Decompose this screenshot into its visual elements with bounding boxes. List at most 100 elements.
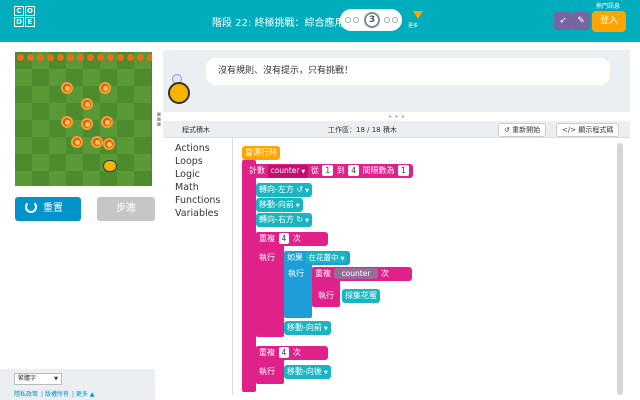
logo-letter-e: E [25, 17, 35, 27]
current-level-bubble[interactable]: 3 [364, 12, 380, 28]
bee-avatar-icon [168, 82, 190, 104]
when-run-block[interactable]: 當運行時 [242, 146, 280, 160]
do-label: 執行 [259, 253, 275, 262]
chevron-down-icon: ▼ [323, 326, 328, 332]
language-select[interactable]: 繁體字 ▼ [14, 373, 62, 385]
show-code-button[interactable]: </> 顯示程式碼 [556, 123, 620, 137]
category-variables[interactable]: Variables [175, 208, 218, 219]
grass-tile [117, 120, 134, 137]
by-value[interactable]: 1 [398, 165, 409, 176]
do-label: 執行 [259, 367, 275, 376]
workspace-scrollbar[interactable] [617, 143, 623, 395]
grass-tile [117, 137, 134, 154]
move-forward-block[interactable]: 移動-向前 ▼ [256, 198, 303, 212]
privacy-link[interactable]: 隱私政策 [14, 391, 38, 398]
level-dot[interactable] [353, 17, 359, 23]
move-backward-label: 移動-向後 [287, 367, 322, 376]
flower-center [106, 141, 112, 147]
move-forward-label: 移動-向前 [259, 200, 294, 209]
flower-center [102, 85, 108, 91]
category-math[interactable]: Math [175, 182, 199, 193]
hedge-flower [117, 54, 124, 61]
grass-tile [134, 171, 151, 186]
hedge-flower [137, 54, 144, 61]
grass-tile [15, 137, 32, 154]
grass-tile [83, 154, 100, 171]
level-dot[interactable] [392, 17, 398, 23]
chevron-down-icon: ▼ [305, 218, 309, 224]
grass-tile [49, 137, 66, 154]
repeat-label: 重複 [259, 234, 275, 243]
if-label: 如果 [287, 253, 303, 262]
rocket-icon[interactable]: ➶ [554, 12, 572, 30]
counter-var: counter [270, 166, 300, 175]
repeat-block-1[interactable]: 重複 4 次 [256, 232, 328, 246]
category-logic[interactable]: Logic [175, 169, 200, 180]
repeat-block-2[interactable]: 重複 4 次 [256, 346, 328, 360]
hedge-flower [97, 54, 104, 61]
maze-canvas [15, 52, 152, 186]
pencil-icon[interactable]: ✎ [572, 12, 590, 30]
flower-icon [61, 116, 73, 128]
repeat-value[interactable]: 4 [278, 347, 290, 358]
collect-nectar-block[interactable]: 採集花蜜 [342, 289, 380, 303]
grass-tile [32, 120, 49, 137]
chevron-down-icon: ▼ [323, 370, 328, 376]
counter-variable-field[interactable]: counter ▼ [267, 165, 309, 178]
level-dot[interactable] [384, 17, 390, 23]
grass-tile [100, 171, 117, 186]
signin-button[interactable]: 登入 [592, 11, 626, 32]
grass-tile [66, 154, 83, 171]
logo-letter-d: D [14, 17, 24, 27]
counter-variable-block[interactable]: counter [333, 268, 379, 279]
at-flower-condition[interactable]: 在花叢中 ▼ [305, 252, 348, 263]
grass-tile [32, 69, 49, 86]
category-functions[interactable]: Functions [175, 195, 220, 206]
more-levels-label[interactable]: 更多 [408, 22, 418, 29]
times-label: 次 [292, 234, 301, 243]
flower-icon [91, 136, 103, 148]
stage-title[interactable]: 階段 22: 終極挑戰：綜合應用 [212, 14, 344, 29]
reset-button[interactable]: 重置 [15, 197, 81, 221]
repeat-label: 重複 [259, 348, 275, 357]
user-link[interactable]: 熱門訊息 [596, 1, 620, 10]
horizontal-resize-handle[interactable]: • • • [388, 113, 405, 121]
grass-tile [117, 171, 134, 186]
times-label: 次 [292, 348, 301, 357]
more-link[interactable]: 更多 ▲ [76, 391, 95, 398]
flower-center [74, 139, 80, 145]
copyright-link[interactable]: 版權所有 [45, 391, 69, 398]
grass-tile [15, 103, 32, 120]
to-value[interactable]: 4 [348, 165, 360, 176]
repeat-counter-block[interactable]: 重複 counter 次 [312, 267, 412, 281]
more-levels-arrow-icon[interactable] [413, 11, 423, 19]
turn-right-label: 轉向-右方 ↻ [259, 215, 304, 224]
hedge-flower [27, 54, 34, 61]
if-block[interactable]: 如果 在花叢中 ▼ [284, 251, 351, 265]
move-backward-block[interactable]: 移動-向後 ▼ [284, 365, 331, 379]
restart-icon: ↺ [504, 126, 513, 134]
flower-center [104, 119, 110, 125]
hedge-flower [77, 54, 84, 61]
grass-tile [32, 171, 49, 186]
flower-icon [81, 118, 93, 130]
category-loops[interactable]: Loops [175, 156, 203, 167]
move-forward-block-2[interactable]: 移動-向前 ▼ [284, 321, 331, 335]
code-studio-logo[interactable]: C O D E [14, 6, 46, 36]
level-dot[interactable] [345, 17, 351, 23]
logo-letter-c: C [14, 6, 24, 16]
from-value[interactable]: 1 [322, 165, 334, 176]
repeat-value[interactable]: 4 [278, 233, 290, 244]
vertical-resize-handle[interactable]: ▪ ▪ ▪ [155, 111, 163, 128]
turn-right-block[interactable]: 轉向-右方 ↻ ▼ [256, 213, 312, 227]
chevron-down-icon: ▼ [340, 256, 345, 262]
restart-button[interactable]: ↺ 重新開始 [498, 123, 547, 137]
grass-tile [134, 69, 151, 86]
toolbox-label: 程式積木 [182, 126, 210, 134]
category-actions[interactable]: Actions [175, 143, 210, 154]
count-block[interactable]: 計數 counter ▼ 從 1 到 4 間隔數為 1 [246, 164, 413, 178]
turn-left-block[interactable]: 轉向-左方 ↺ ▼ [256, 183, 312, 197]
step-button[interactable]: 步進 [97, 197, 155, 221]
reset-label: 重置 [43, 203, 63, 214]
bee-sprite [103, 160, 117, 172]
